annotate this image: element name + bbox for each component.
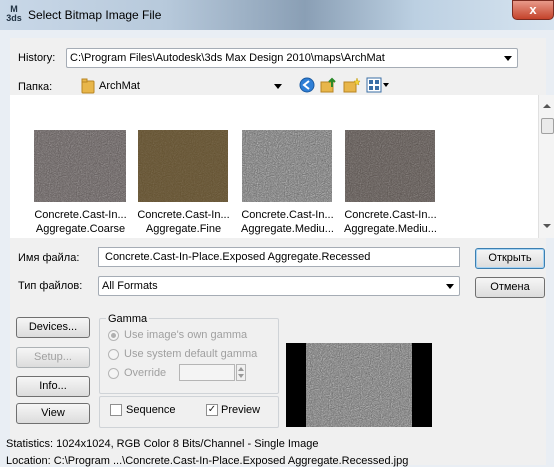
view-button[interactable]: View <box>16 403 90 424</box>
thumbnail-label-line: Concrete.Cast-In... <box>137 209 230 221</box>
thumbnail-label-line: Aggregate.Mediu... <box>344 223 437 235</box>
location-text: Location: C:\Program ...\Concrete.Cast-I… <box>6 455 409 467</box>
gamma-override-input[interactable] <box>179 364 235 381</box>
filetype-dropdown[interactable]: All Formats <box>98 276 460 296</box>
thumbnail-label-line: Concrete.Cast-In... <box>241 209 334 221</box>
new-folder-icon[interactable] <box>343 77 361 93</box>
sequence-checkbox[interactable] <box>110 404 122 416</box>
thumbnail-image[interactable] <box>138 130 230 202</box>
history-value: C:\Program Files\Autodesk\3ds Max Design… <box>70 52 385 64</box>
folder-value: ArchMat <box>99 80 140 92</box>
chevron-down-icon <box>274 84 282 89</box>
scroll-up-icon[interactable] <box>543 103 551 109</box>
chevron-down-icon <box>446 284 454 289</box>
view-menu-icon[interactable] <box>366 77 390 93</box>
spinner-arrows-icon <box>238 367 244 378</box>
filename-input[interactable]: Concrete.Cast-In-Place.Exposed Aggregate… <box>98 247 460 267</box>
gamma-title: Gamma <box>106 313 150 325</box>
thumbnail-label-line: Aggregate.Mediu... <box>241 223 334 235</box>
window-title: Select Bitmap Image File <box>28 8 162 22</box>
folder-icon <box>81 78 95 94</box>
gamma-spinner[interactable] <box>236 364 246 381</box>
gamma-system-label: Use system default gamma <box>124 348 258 360</box>
sequence-label: Sequence <box>126 404 176 416</box>
scrollbar-thumb[interactable] <box>541 118 554 134</box>
folder-label: Папка: <box>18 81 53 93</box>
filetype-label: Тип файлов: <box>18 280 83 292</box>
up-folder-icon[interactable] <box>320 77 338 93</box>
thumbnail-label-line: Aggregate.Fine <box>145 223 222 235</box>
thumbnail-label[interactable]: Concrete.Cast-In... Aggregate.Fine <box>131 208 236 236</box>
cancel-button[interactable]: Отмена <box>475 277 545 298</box>
thumbnail-image[interactable] <box>345 130 437 202</box>
preview-checkbox[interactable]: ✓ <box>206 404 218 416</box>
gamma-own-label: Use image's own gamma <box>124 329 248 341</box>
thumbnail-label[interactable]: Concrete.Cast-In... Aggregate.Mediu... <box>338 208 443 236</box>
back-icon[interactable] <box>299 77 315 93</box>
gamma-own-radio[interactable] <box>108 330 119 341</box>
thumbnail-label[interactable]: Concrete.Cast-In... Aggregate.Mediu... <box>235 208 340 236</box>
thumbnail-label-line: Concrete.Cast-In... <box>344 209 437 221</box>
app-icon: M 3ds <box>6 4 22 23</box>
thumbnail-image[interactable] <box>34 130 126 202</box>
filename-value: Concrete.Cast-In-Place.Exposed Aggregate… <box>105 251 371 263</box>
vertical-scrollbar[interactable] <box>538 95 554 238</box>
scroll-down-icon[interactable] <box>543 223 551 229</box>
filename-label: Имя файла: <box>18 252 80 264</box>
history-dropdown[interactable]: C:\Program Files\Autodesk\3ds Max Design… <box>66 48 518 68</box>
image-preview <box>286 343 432 427</box>
devices-button[interactable]: Devices... <box>16 317 90 338</box>
close-button[interactable]: x <box>512 0 554 20</box>
gamma-system-radio[interactable] <box>108 349 119 360</box>
open-button[interactable]: Открыть <box>475 248 545 269</box>
chevron-down-icon <box>504 56 512 61</box>
filetype-value: All Formats <box>102 280 158 292</box>
thumbnail-label[interactable]: Concrete.Cast-In... Aggregate.Coarse <box>28 208 133 236</box>
folder-dropdown[interactable]: ArchMat <box>76 76 288 96</box>
thumbnail-image[interactable] <box>242 130 334 202</box>
info-button[interactable]: Info... <box>16 376 90 397</box>
statistics-text: Statistics: 1024x1024, RGB Color 8 Bits/… <box>6 438 319 450</box>
thumbnail-label-line: Aggregate.Coarse <box>35 223 126 235</box>
gamma-override-label: Override <box>124 367 167 379</box>
title-bar: M 3ds Select Bitmap Image File x <box>0 0 554 30</box>
preview-label: Preview <box>221 404 261 416</box>
setup-button[interactable]: Setup... <box>16 347 90 368</box>
file-thumbnail-list[interactable]: Concrete.Cast-In... Aggregate.Coarse Con… <box>10 95 554 238</box>
gamma-override-radio[interactable] <box>108 368 119 379</box>
thumbnail-label-line: Concrete.Cast-In... <box>34 209 127 221</box>
history-label: History: <box>18 52 56 64</box>
